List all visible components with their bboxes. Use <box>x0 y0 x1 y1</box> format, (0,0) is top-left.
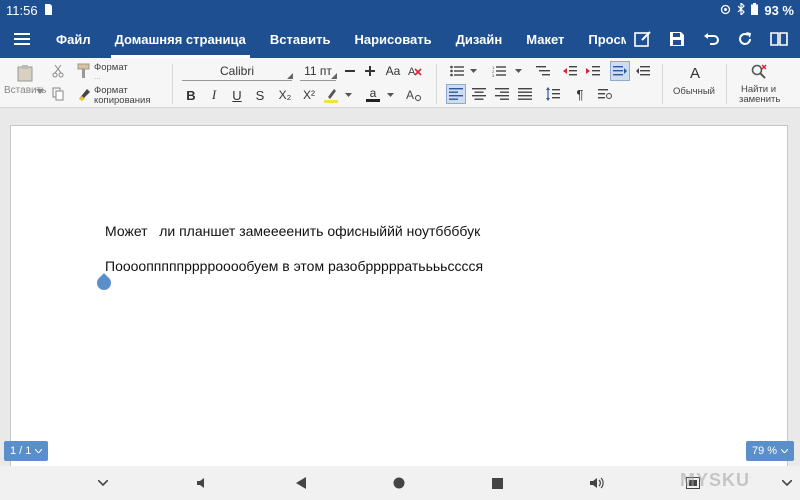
find-replace-icon[interactable] <box>748 62 770 82</box>
document-page[interactable]: Может ли планшет замеееенить офисныййй н… <box>10 125 788 475</box>
decrease-font-icon[interactable] <box>342 63 358 79</box>
rtl-direction-icon[interactable] <box>634 63 652 79</box>
style-normal-label[interactable]: Обычный <box>673 86 715 97</box>
paste-dropdown-icon[interactable] <box>36 85 44 97</box>
tab-draw[interactable]: Нарисовать <box>342 20 443 58</box>
tab-view[interactable]: Просмотр <box>576 20 626 58</box>
menu-bar: Файл Домашняя страница Вставить Нарисова… <box>0 20 800 58</box>
line-spacing-icon[interactable] <box>544 86 562 102</box>
target-icon <box>720 3 731 18</box>
volume-down-icon[interactable] <box>186 466 220 500</box>
font-size-dropdown-icon[interactable] <box>330 72 338 80</box>
justify-icon[interactable] <box>516 86 534 102</box>
decrease-indent-icon[interactable] <box>561 63 579 79</box>
increase-font-icon[interactable] <box>362 63 378 79</box>
battery-icon <box>751 2 759 18</box>
multilevel-list-icon[interactable] <box>534 63 552 79</box>
watermark-logo: MYSKU <box>680 470 751 490</box>
undo-icon[interactable] <box>694 20 728 58</box>
text-cursor-handle[interactable] <box>94 273 114 293</box>
tab-file[interactable]: Файл <box>44 20 103 58</box>
sd-card-icon <box>44 3 52 18</box>
align-right-icon[interactable] <box>493 86 511 102</box>
redo-icon[interactable] <box>728 20 762 58</box>
copy-icon[interactable] <box>50 86 66 102</box>
tab-home[interactable]: Домашняя страница <box>103 20 258 58</box>
ribbon-divider <box>726 64 727 104</box>
svg-text:3: 3 <box>492 73 495 77</box>
page-indicator-text: 1 / 1 <box>10 445 32 457</box>
paragraph-2[interactable]: Поооопппппррррооообуем в этом разобррррр… <box>105 258 483 274</box>
paragraph-1[interactable]: Может ли планшет замеееенить офисныййй н… <box>105 223 480 239</box>
subscript-button[interactable]: X₂ <box>274 86 296 104</box>
numbering-dropdown-icon[interactable] <box>514 67 522 75</box>
styles-icon[interactable]: A <box>680 63 710 83</box>
svg-text:A: A <box>408 66 416 77</box>
italic-button[interactable]: I <box>205 86 223 104</box>
numbering-icon[interactable]: 123 <box>490 63 508 79</box>
font-name-dropdown-icon[interactable] <box>286 72 294 80</box>
page-indicator[interactable]: 1 / 1 <box>4 441 49 461</box>
document-area[interactable]: Может ли планшет замеееенить офисныййй н… <box>0 108 800 475</box>
hamburger-menu-icon[interactable] <box>0 33 44 45</box>
save-icon[interactable] <box>660 20 694 58</box>
back-icon[interactable] <box>284 466 318 500</box>
paste-icon[interactable] <box>14 62 36 84</box>
change-case-button[interactable]: Aa <box>383 63 403 79</box>
ribbon-divider <box>662 64 663 104</box>
superscript-button[interactable]: X² <box>298 86 320 104</box>
format-painter-sublabel: ... <box>94 72 101 81</box>
tab-design[interactable]: Дизайн <box>444 20 515 58</box>
ltr-direction-icon[interactable] <box>610 61 630 81</box>
cut-icon[interactable] <box>50 63 66 79</box>
ribbon-divider <box>436 64 437 104</box>
strikethrough-button[interactable]: S <box>251 86 269 104</box>
font-color-bar <box>366 98 380 102</box>
bold-button[interactable]: B <box>182 86 200 104</box>
zoom-text: 79 % <box>752 445 778 457</box>
svg-text:A: A <box>406 88 414 102</box>
highlight-dropdown-icon[interactable] <box>344 90 352 100</box>
font-color-dropdown-icon[interactable] <box>386 90 394 100</box>
ribbon-toolbar: Вставить Формат ... Формат копирования C… <box>0 58 800 108</box>
increase-indent-icon[interactable] <box>584 63 602 79</box>
edit-pen-icon[interactable] <box>626 20 660 58</box>
page-indicator-chevron-icon <box>35 449 43 453</box>
clear-format-icon[interactable] <box>75 85 93 103</box>
read-mode-icon[interactable] <box>762 20 796 58</box>
recents-icon[interactable] <box>480 466 514 500</box>
paragraph-settings-icon[interactable] <box>596 86 614 102</box>
pilcrow-button[interactable]: ¶ <box>572 86 588 102</box>
bullets-dropdown-icon[interactable] <box>469 67 477 75</box>
overflow-chevron-icon[interactable] <box>770 466 800 500</box>
font-name-field[interactable]: Calibri <box>182 64 292 81</box>
status-bar: 11:56 93 % <box>0 0 800 20</box>
hide-keyboard-chevron-icon[interactable] <box>86 466 120 500</box>
align-center-icon[interactable] <box>470 86 488 102</box>
tab-insert[interactable]: Вставить <box>258 20 343 58</box>
bluetooth-icon <box>737 1 746 18</box>
text-effects-icon[interactable]: A <box>404 86 424 104</box>
home-icon[interactable] <box>382 466 416 500</box>
bullets-icon[interactable] <box>448 63 466 79</box>
find-replace-sublabel: заменить <box>739 94 781 105</box>
font-color-button[interactable]: a <box>364 85 382 103</box>
status-time: 11:56 <box>6 2 38 18</box>
volume-up-icon[interactable] <box>580 466 614 500</box>
zoom-indicator[interactable]: 79 % <box>746 441 795 461</box>
format-copy-sublabel: копирования <box>94 95 151 106</box>
clear-formatting-icon[interactable]: A <box>406 63 424 79</box>
battery-percent: 93 % <box>764 2 794 18</box>
font-color-glyph: a <box>369 85 377 100</box>
align-left-icon[interactable] <box>446 84 466 104</box>
tab-layout[interactable]: Макет <box>514 20 576 58</box>
ribbon-divider <box>172 64 173 104</box>
highlighter-icon[interactable] <box>322 86 340 104</box>
menu-tabs: Файл Домашняя страница Вставить Нарисова… <box>44 20 626 58</box>
underline-button[interactable]: U <box>228 86 246 104</box>
zoom-chevron-icon <box>781 449 789 453</box>
format-painter-icon[interactable] <box>75 62 93 80</box>
